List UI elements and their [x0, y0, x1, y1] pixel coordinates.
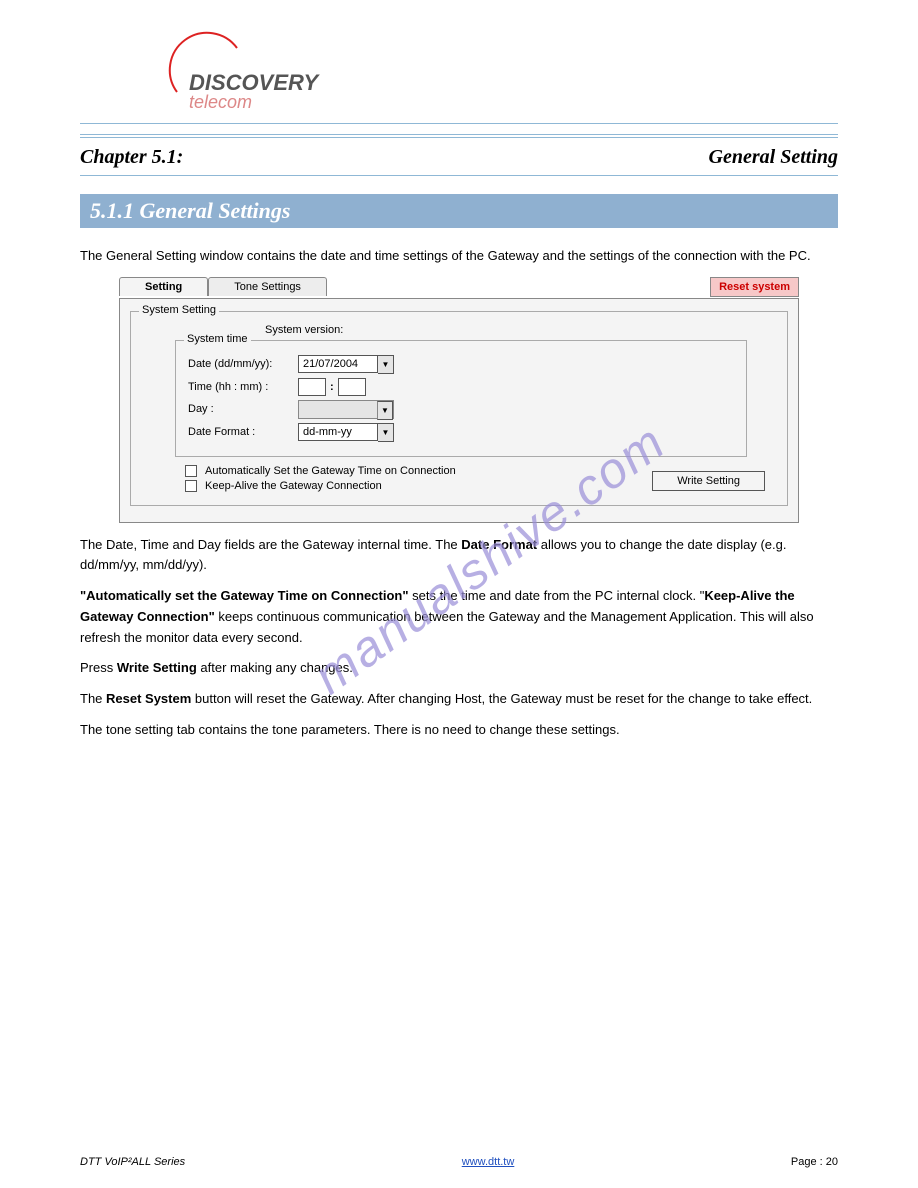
intro-text: The General Setting window contains the …	[80, 246, 838, 266]
auto-set-time-label: Automatically Set the Gateway Time on Co…	[205, 465, 456, 477]
system-version-label: System version:	[265, 324, 777, 336]
footer-link[interactable]: www.dtt.tw	[462, 1156, 515, 1168]
day-select[interactable]: ▼	[298, 400, 394, 419]
date-label: Date (dd/mm/yy):	[188, 358, 298, 370]
p1b: Date Format	[461, 537, 537, 552]
footer-page: Page : 20	[791, 1156, 838, 1168]
settings-screenshot: Setting Tone Settings Reset system Syste…	[119, 276, 799, 523]
p2b: sets the time and date from the PC inter…	[409, 588, 705, 603]
divider	[80, 134, 838, 135]
time-minute-input[interactable]	[338, 378, 366, 396]
p3c: after making any changes.	[197, 660, 353, 675]
body-content: The Date, Time and Day fields are the Ga…	[80, 535, 838, 741]
p4c: button will reset the Gateway. After cha…	[191, 691, 812, 706]
tab-tone-settings[interactable]: Tone Settings	[208, 277, 327, 296]
time-hour-input[interactable]	[298, 378, 326, 396]
time-label: Time (hh : mm) :	[188, 381, 298, 393]
footer-left: DTT VoIP²ALL Series	[80, 1156, 185, 1168]
date-format-input[interactable]: dd-mm-yy	[298, 423, 378, 441]
auto-set-time-checkbox[interactable]	[185, 465, 197, 477]
system-setting-group-label: System Setting	[139, 304, 219, 316]
footer: DTT VoIP²ALL Series www.dtt.tw Page : 20	[80, 1156, 838, 1168]
date-dropdown-icon[interactable]: ▼	[378, 355, 394, 374]
tab-setting[interactable]: Setting	[119, 277, 208, 296]
date-format-label: Date Format :	[188, 426, 298, 438]
system-time-group-label: System time	[184, 333, 251, 345]
p5: The tone setting tab contains the tone p…	[80, 720, 838, 741]
keep-alive-checkbox[interactable]	[185, 480, 197, 492]
divider	[80, 137, 838, 138]
date-input[interactable]: 21/07/2004	[298, 355, 378, 373]
p1a: The Date, Time and Day fields are the Ga…	[80, 537, 461, 552]
p4b: Reset System	[106, 691, 191, 706]
p2a: "Automatically set the Gateway Time on C…	[80, 588, 409, 603]
write-setting-button[interactable]: Write Setting	[652, 471, 765, 491]
day-dropdown-icon[interactable]: ▼	[377, 401, 393, 420]
date-format-dropdown-icon[interactable]: ▼	[378, 423, 394, 442]
chapter-header: Chapter 5.1: General Setting	[80, 146, 838, 169]
p3b: Write Setting	[117, 660, 197, 675]
logo: DISCOVERY telecom	[165, 30, 838, 115]
divider	[80, 175, 838, 176]
chapter-number: Chapter 5.1:	[80, 146, 183, 169]
reset-system-button[interactable]: Reset system	[710, 277, 799, 297]
p4a: The	[80, 691, 106, 706]
logo-bottom: telecom	[189, 92, 252, 112]
day-label: Day :	[188, 403, 298, 415]
divider	[80, 123, 838, 124]
chapter-title: General Setting	[709, 146, 838, 169]
time-colon: :	[330, 381, 334, 393]
keep-alive-label: Keep-Alive the Gateway Connection	[205, 480, 382, 492]
section-title: 5.1.1 General Settings	[80, 194, 838, 228]
p3a: Press	[80, 660, 117, 675]
